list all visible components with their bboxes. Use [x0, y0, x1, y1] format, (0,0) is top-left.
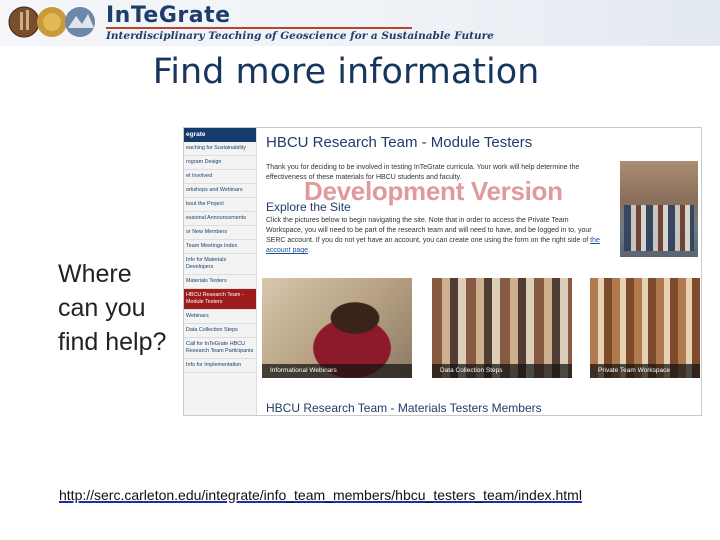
- sidebar-item[interactable]: rogram Design: [184, 156, 256, 170]
- explore-text: Click the pictures below to begin naviga…: [266, 217, 600, 254]
- sidebar-item-active[interactable]: HBCU Research Team - Module Testers: [184, 289, 256, 310]
- tagline-rule: [106, 27, 412, 29]
- integrate-logo-icon: [8, 6, 95, 38]
- question-line: find help?: [58, 328, 167, 356]
- members-heading: HBCU Research Team - Materials Testers M…: [266, 401, 542, 415]
- explore-body: Click the pictures below to begin naviga…: [266, 217, 592, 244]
- webinar-photo: [262, 278, 412, 378]
- sidebar-item[interactable]: Info for Implementation: [184, 359, 256, 373]
- header-banner: InTeGrate Interdisciplinary Teaching of …: [0, 0, 720, 46]
- sidebar-item[interactable]: Team Meetings Index: [184, 240, 256, 254]
- sidebar-item[interactable]: Data Collection Steps: [184, 324, 256, 338]
- question-text: Where can you find help?: [58, 257, 183, 359]
- tile-informational-webinars[interactable]: Informational Webinars: [262, 278, 412, 378]
- workspace-photo: [590, 278, 700, 378]
- data-collection-photo: [432, 278, 572, 378]
- navigation-tiles: Informational Webinars Data Collection S…: [262, 278, 700, 378]
- tile-data-collection-steps[interactable]: Data Collection Steps: [432, 278, 572, 378]
- site-sidebar: egrate eaching for Sustainability rogram…: [184, 128, 257, 415]
- tile-caption: Private Team Workspace: [590, 364, 700, 378]
- sidebar-header: egrate: [184, 128, 256, 142]
- sidebar-item[interactable]: Materials Testers: [184, 275, 256, 289]
- question-line: can you: [58, 294, 146, 322]
- team-photo-people: [624, 205, 694, 251]
- site-content: HBCU Research Team - Module Testers Than…: [262, 128, 700, 415]
- sidebar-item[interactable]: essional Announcements: [184, 212, 256, 226]
- website-screenshot: egrate eaching for Sustainability rogram…: [183, 127, 702, 416]
- sidebar-item[interactable]: Call for InTeGrate HBCU Research Team Pa…: [184, 338, 256, 359]
- sidebar-item[interactable]: eaching for Sustainability: [184, 142, 256, 156]
- tile-caption: Informational Webinars: [262, 364, 412, 378]
- source-url-link[interactable]: http://serc.carleton.edu/integrate/info_…: [59, 487, 582, 503]
- sidebar-item[interactable]: or New Members: [184, 226, 256, 240]
- sidebar-item[interactable]: Webinars: [184, 310, 256, 324]
- sidebar-item[interactable]: bout the Project: [184, 198, 256, 212]
- site-page-title: HBCU Research Team - Module Testers: [266, 134, 533, 151]
- question-line: Where: [58, 260, 132, 288]
- tagline: Interdisciplinary Teaching of Geoscience…: [106, 30, 494, 42]
- tile-private-team-workspace[interactable]: Private Team Workspace: [590, 278, 700, 378]
- slide-title: Find more information: [152, 52, 540, 92]
- explore-heading: Explore the Site: [266, 200, 351, 214]
- tile-caption: Data Collection Steps: [432, 364, 572, 378]
- brand-title: InTeGrate: [106, 3, 231, 28]
- sidebar-item[interactable]: orkshops and Webinars: [184, 184, 256, 198]
- sidebar-item[interactable]: et Involved: [184, 170, 256, 184]
- team-photo: [620, 161, 698, 257]
- sidebar-item[interactable]: Info for Materials Developers: [184, 254, 256, 275]
